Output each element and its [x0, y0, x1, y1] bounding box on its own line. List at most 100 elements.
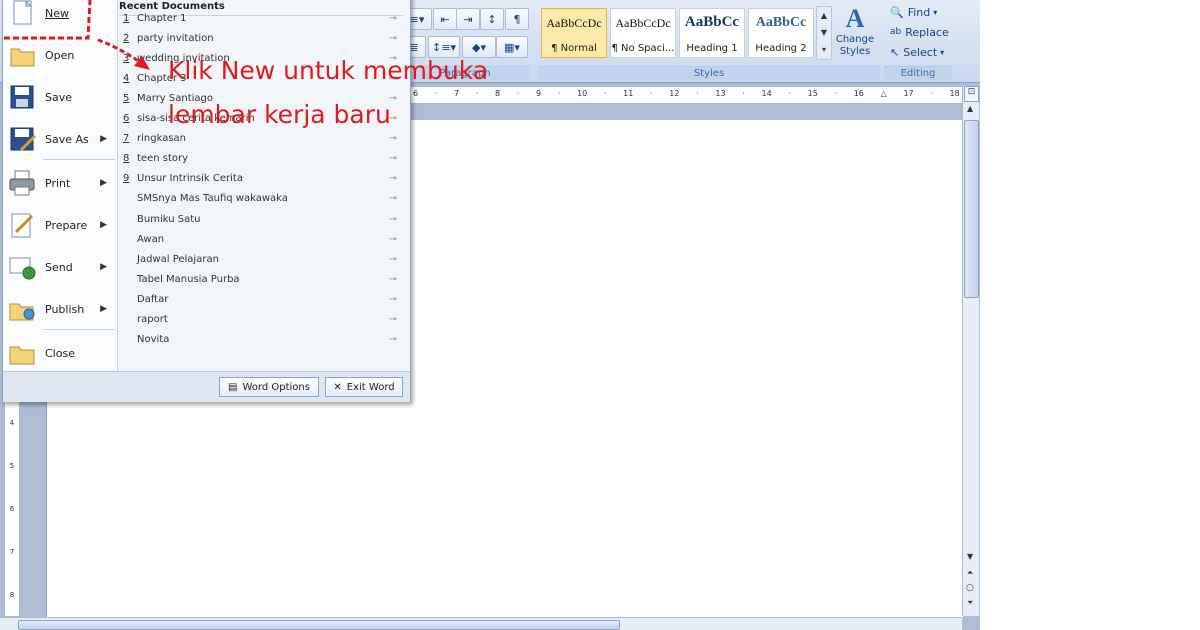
submenu-arrow-icon: ▶ — [100, 262, 107, 272]
recent-document-item[interactable]: 7 ringkasan ⊸ — [123, 130, 401, 148]
pin-icon[interactable]: ⊸ — [389, 133, 397, 144]
style-name: Heading 2 — [755, 43, 807, 54]
increase-indent-button[interactable]: ⇥ — [456, 8, 480, 30]
recent-document-item[interactable]: Jadwal Pelajaran ⊸ — [123, 250, 401, 268]
line-spacing-button[interactable]: ↕≡▾ — [428, 36, 460, 58]
pin-icon[interactable]: ⊸ — [389, 173, 397, 184]
recent-document-item[interactable]: 9 Unsur Intrinsik Cerita ⊸ — [123, 170, 401, 188]
style-heading-2[interactable]: AaBbCc Heading 2 — [748, 8, 814, 58]
ruler-mark: 16 — [853, 89, 864, 98]
previous-page-icon[interactable]: ⏶ — [967, 568, 973, 578]
submenu-arrow-icon: ▶ — [100, 220, 107, 230]
word-options-button[interactable]: ▤ Word Options — [219, 377, 319, 397]
style-no-spacing[interactable]: AaBbCcDc ¶ No Spaci... — [610, 8, 676, 58]
recent-document-number: 7 — [123, 133, 130, 145]
change-styles-button[interactable]: A Change Styles — [834, 4, 876, 64]
style-name: Heading 1 — [686, 43, 738, 54]
vertical-scrollbar[interactable]: ⊡ ▲ ▼ ⏶ ○ ⏷ — [962, 86, 979, 616]
recent-document-name: Daftar — [137, 293, 169, 305]
menu-item-prepare[interactable]: Prepare ▶ — [7, 205, 115, 245]
menu-item-save[interactable]: Save — [7, 77, 115, 117]
menu-item-label: Save — [45, 90, 73, 104]
menu-item-save-as[interactable]: Save As ▶ — [7, 119, 115, 159]
vruler-marks: 4 5 6 7 8 — [5, 401, 19, 616]
recent-document-item[interactable]: Tabel Manusia Purba ⊸ — [123, 270, 401, 288]
exit-word-button[interactable]: ✕ Exit Word — [325, 377, 403, 397]
pin-icon[interactable]: ⊸ — [389, 294, 397, 305]
scroll-up-icon[interactable]: ▲ — [967, 104, 973, 113]
pin-icon[interactable]: ⊸ — [389, 274, 397, 285]
cursor-icon: ↖ — [890, 45, 900, 59]
select-button[interactable]: ↖ Select ▾ — [890, 44, 944, 60]
increase-indent-icon: ⇥ — [463, 12, 473, 26]
replace-button[interactable]: ab Replace — [890, 24, 949, 40]
recent-document-item[interactable]: Bumiku Satu ⊸ — [123, 210, 401, 228]
vertical-ruler[interactable]: 4 5 6 7 8 — [4, 400, 20, 617]
recent-document-name: teen story — [137, 153, 189, 165]
vruler-mark: 8 — [9, 590, 15, 599]
style-normal[interactable]: AaBbCcDc ¶ Normal — [541, 8, 607, 58]
ruler-mark: 17 — [903, 89, 914, 98]
recent-document-item[interactable]: raport ⊸ — [123, 311, 401, 329]
horizontal-ruler[interactable]: 6 · 7 · 8 · 9 · 10 · 11 · 12 · 13 · 14 · 15 · 16 △ … — [408, 86, 965, 104]
hscroll-thumb[interactable] — [18, 620, 620, 630]
pin-icon[interactable]: ⊸ — [389, 254, 397, 265]
change-styles-label: Change Styles — [835, 34, 875, 57]
sort-button[interactable]: ↕ — [480, 8, 504, 30]
pin-icon[interactable]: ⊸ — [389, 13, 397, 24]
ruler-mark: 12 — [669, 89, 680, 98]
ruler-mark: 11 — [623, 89, 634, 98]
recent-document-item[interactable]: SMSnya Mas Taufiq wakawaka ⊸ — [123, 190, 401, 208]
menu-item-send[interactable]: Send ▶ — [7, 247, 115, 287]
menu-item-close[interactable]: Close — [7, 333, 115, 373]
find-label: Find — [907, 5, 931, 19]
pin-icon[interactable]: ⊸ — [389, 193, 397, 204]
recent-document-name: Unsur Intrinsik Cerita — [137, 173, 243, 185]
ruler-mark: 7 — [454, 89, 460, 98]
prepare-document-icon — [7, 210, 37, 240]
pin-icon[interactable]: ⊸ — [389, 334, 397, 345]
annotation-line-1: Klik New untuk membuka — [168, 56, 489, 85]
style-name: ¶ No Spaci... — [611, 43, 675, 54]
pilcrow-icon: ¶ — [513, 12, 521, 26]
recent-document-item[interactable]: Awan ⊸ — [123, 230, 401, 248]
browse-object-icon[interactable]: ○ — [966, 583, 974, 593]
pin-icon[interactable]: ⊸ — [389, 214, 397, 225]
pin-icon[interactable]: ⊸ — [389, 33, 397, 44]
pin-icon[interactable]: ⊸ — [389, 314, 397, 325]
office-menu-footer: ▤ Word Options ✕ Exit Word — [3, 371, 410, 402]
menu-item-label: Save As — [45, 132, 89, 146]
show-marks-button[interactable]: ¶ — [505, 8, 529, 30]
shading-button[interactable]: ◆▾ — [462, 36, 496, 58]
scroll-thumb[interactable] — [964, 120, 979, 298]
menu-item-label: Close — [45, 346, 75, 360]
submenu-arrow-icon: ▶ — [100, 178, 107, 188]
styles-scroll[interactable]: ▲ ▼ ▾ — [816, 6, 832, 60]
scroll-down-icon[interactable]: ▼ — [967, 552, 973, 561]
replace-label: Replace — [905, 25, 949, 39]
borders-button[interactable]: ▦▾ — [496, 36, 528, 58]
options-icon: ▤ — [228, 381, 238, 393]
ruler-mark: 18 — [949, 89, 960, 98]
recent-document-name: Tabel Manusia Purba — [137, 273, 240, 285]
find-button[interactable]: 🔍 Find ▾ — [890, 4, 937, 20]
pin-icon[interactable]: ⊸ — [389, 153, 397, 164]
styles-group-label: Styles — [538, 66, 880, 80]
horizontal-scrollbar[interactable] — [0, 617, 962, 630]
recent-document-item[interactable]: Novita ⊸ — [123, 331, 401, 349]
ruler-toggle-icon[interactable]: ⊡ — [964, 86, 979, 102]
recent-document-number: 5 — [123, 92, 130, 104]
recent-document-item[interactable]: 8 teen story ⊸ — [123, 150, 401, 168]
ruler-mark: 9 — [536, 89, 542, 98]
next-page-icon[interactable]: ⏷ — [967, 598, 973, 608]
pin-icon[interactable]: ⊸ — [389, 234, 397, 245]
menu-item-print[interactable]: Print ▶ — [7, 163, 115, 203]
styles-more-icon: ▲ ▼ ▾ — [820, 11, 828, 54]
recent-document-name: SMSnya Mas Taufiq wakawaka — [137, 193, 288, 205]
close-folder-icon — [7, 338, 37, 368]
send-icon — [7, 252, 37, 282]
menu-item-publish[interactable]: Publish ▶ — [7, 289, 115, 329]
style-heading-1[interactable]: AaBbCc Heading 1 — [679, 8, 745, 58]
recent-document-item[interactable]: Daftar ⊸ — [123, 290, 401, 308]
decrease-indent-button[interactable]: ⇤ — [433, 8, 457, 30]
